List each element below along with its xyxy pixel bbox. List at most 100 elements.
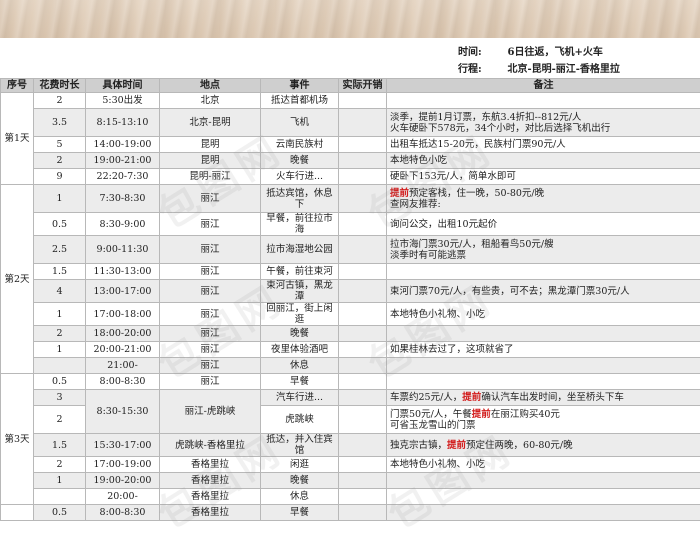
note-highlight: 提前 (462, 392, 482, 403)
cell-cost (338, 136, 387, 153)
trip-meta: 时间: 6日往返，飞机+火车 行程: 北京-昆明-丽江-香格里拉 (0, 40, 700, 76)
cell-cost (338, 152, 387, 169)
cell-place: 昆明 (159, 152, 261, 169)
note-text: 出租车抵达15-20元，民族村门票90元/人 (390, 139, 566, 150)
route-row: 行程: 北京-昆明-丽江-香格里拉 (458, 60, 620, 75)
cell-event: 回丽江，街上闲逛 (260, 302, 339, 326)
cell-time: 8:30-15:30 (85, 389, 160, 434)
cell-place: 香格里拉 (159, 472, 261, 489)
cell-time: 9:00-11:30 (85, 235, 160, 264)
cell-duration: 2 (33, 152, 86, 169)
table-row: 3.5 8:15-13:10 北京-昆明 飞机 淡季，提前1月订票，东航3.4折扣--8… (1, 108, 700, 137)
time-row: 时间: 6日往返，飞机+火车 (458, 43, 603, 58)
cell-duration: 1.5 (33, 263, 86, 280)
cell-time: 17:00-18:00 (85, 302, 160, 326)
cell-duration: 4 (33, 279, 86, 303)
note-text: 如果桂林去过了，这项就省了 (390, 344, 514, 355)
cell-place: 北京-昆明 (159, 108, 261, 137)
note-line: 淡季，提前1月订票，东航3.4折扣--812元/人 (390, 112, 697, 123)
route-value: 北京-昆明-丽江-香格里拉 (507, 64, 620, 75)
note-text: 预定住两晚，60-80元/晚 (466, 439, 573, 451)
cell-cost (338, 263, 387, 280)
note-text: 门票50元/人，午餐 (390, 408, 472, 420)
cell-note: 如果桂林去过了，这项就省了 (386, 341, 700, 358)
note-text: 火车硬卧下578元，34个小时，对比后选择飞机出行 (390, 122, 611, 134)
note-line: 本地特色小礼物、小吃 (390, 309, 697, 320)
cell-place: 丽江 (159, 373, 261, 390)
cell-event: 云南民族村 (260, 136, 339, 153)
table-row: 第1天 2 5:30出发 北京 抵达首都机场 (0, 92, 700, 185)
cell-event: 晚餐 (260, 325, 339, 342)
cell-event: 抵达宾馆，休息下 (260, 184, 339, 213)
note-line: 淡季时有可能逃票 (390, 250, 697, 261)
cell-cost (338, 405, 387, 434)
cell-duration: 1.5 (33, 433, 86, 457)
note-text: 独克宗古镇， (390, 439, 448, 451)
cell-place: 丽江 (159, 302, 261, 326)
cell-place: 昆明 (159, 136, 261, 153)
table-row: 1 20:00-21:00 丽江 夜里体验酒吧 如果桂林去过了，这项就省了 (1, 341, 700, 358)
cell-time: 20:00-21:00 (85, 341, 160, 358)
note-text: 确认汽车出发时间，坐至桥头下车 (481, 392, 624, 403)
cell-place: 丽江 (159, 357, 261, 374)
cell-event: 早餐 (260, 373, 339, 390)
cell-cost (338, 108, 387, 137)
table-row: 2.5 9:00-11:30 丽江 拉市海湿地公园 拉市海门票30元/人，租船看鸟50元… (1, 235, 700, 264)
cell-place: 丽江-虎跳峡 (159, 389, 261, 434)
table-row: 21:00- 丽江 休息 (1, 357, 700, 374)
cell-note: 本地特色小礼物、小吃 (386, 302, 700, 326)
note-highlight: 提前 (390, 187, 410, 199)
cell-time: 13:00-17:00 (85, 279, 160, 303)
col-header-time: 具体时间 (85, 78, 160, 93)
col-header-cost: 实际开销 (338, 78, 387, 93)
cell-note (386, 263, 700, 280)
cell-cost (338, 389, 387, 406)
cell-time: 8:00-8:30 (85, 504, 160, 521)
cell-event: 虎跳峡 (260, 405, 339, 434)
cell-note: 门票50元/人，午餐提前在丽江购买40元 可省玉龙雪山的门票 (386, 405, 700, 434)
cell-place: 丽江 (159, 184, 261, 213)
table-row: 第3天 0.5 8:00-8:30 丽江 早餐 (0, 373, 700, 505)
cell-place: 北京 (159, 92, 261, 109)
cell-note: 本地特色小礼物、小吃 (386, 456, 700, 473)
cell-time: 8:00-8:30 (85, 373, 160, 390)
table-row: 20:00- 香格里拉 休息 (1, 488, 700, 505)
cell-duration: 1 (33, 184, 86, 213)
note-line: 本地特色小礼物、小吃 (390, 459, 697, 470)
cell-cost (338, 456, 387, 473)
cell-event: 飞机 (260, 108, 339, 137)
cell-note: 拉市海门票30元/人，租船看鸟50元/艘 淡季时有可能逃票 (386, 235, 700, 264)
cell-cost (338, 184, 387, 213)
cell-cost (338, 433, 387, 457)
table-row: 0.5 8:00-8:30 香格里拉 早餐 (0, 504, 700, 521)
cell-time: 20:00- (85, 488, 160, 505)
cell-cost (338, 504, 387, 521)
cell-event: 汽车行进... (260, 389, 339, 406)
table-header-row: 序号 花费时长 具体时间 地点 事件 实际开销 备注 (0, 78, 700, 93)
cell-duration: 1 (33, 341, 86, 358)
cell-cost (338, 472, 387, 489)
cell-cost (338, 92, 387, 109)
cell-event: 午餐，前往束河 (260, 263, 339, 280)
cell-place: 丽江 (159, 263, 261, 280)
col-header-index: 序号 (0, 78, 34, 93)
cell-cost (338, 168, 387, 185)
note-line: 提前预定客栈，住一晚，50-80元/晚 (390, 188, 697, 199)
cell-note: 束河门票70元/人，有些贵，可不去；黑龙潭门票30元/人 (386, 279, 700, 303)
itinerary-table: 序号 花费时长 具体时间 地点 事件 实际开销 备注 第1天 2 5:30出发 北京抵… (0, 78, 700, 521)
note-highlight: 提前 (447, 439, 467, 451)
day-label: 第2天 (0, 184, 34, 374)
cell-note (386, 504, 700, 521)
note-line: 可省玉龙雪山的门票 (390, 420, 697, 431)
cell-event: 抵达，并入住宾馆 (260, 433, 339, 457)
note-line: 门票50元/人，午餐提前在丽江购买40元 (390, 409, 697, 420)
table-row: 3 8:30-15:30 丽江-虎跳峡 汽车行进... 车票约25元/人，提前确认汽车出… (1, 389, 700, 434)
cell-duration (33, 488, 86, 505)
table-row: 1.5 15:30-17:00 虎跳峡-香格里拉 抵达，并入住宾馆 独克宗古镇，提前预定… (1, 433, 700, 457)
cell-place: 香格里拉 (159, 488, 261, 505)
note-text: 淡季时有可能逃票 (390, 249, 467, 261)
cell-duration: 0.5 (33, 504, 86, 521)
note-text: 预定客栈，住一晚，50-80元/晚 (409, 187, 545, 199)
cell-note: 淡季，提前1月订票，东航3.4折扣--812元/人 火车硬卧下578元，34个小时… (386, 108, 700, 137)
note-text: 拉市海门票30元/人，租船看鸟50元/艘 (390, 238, 554, 250)
